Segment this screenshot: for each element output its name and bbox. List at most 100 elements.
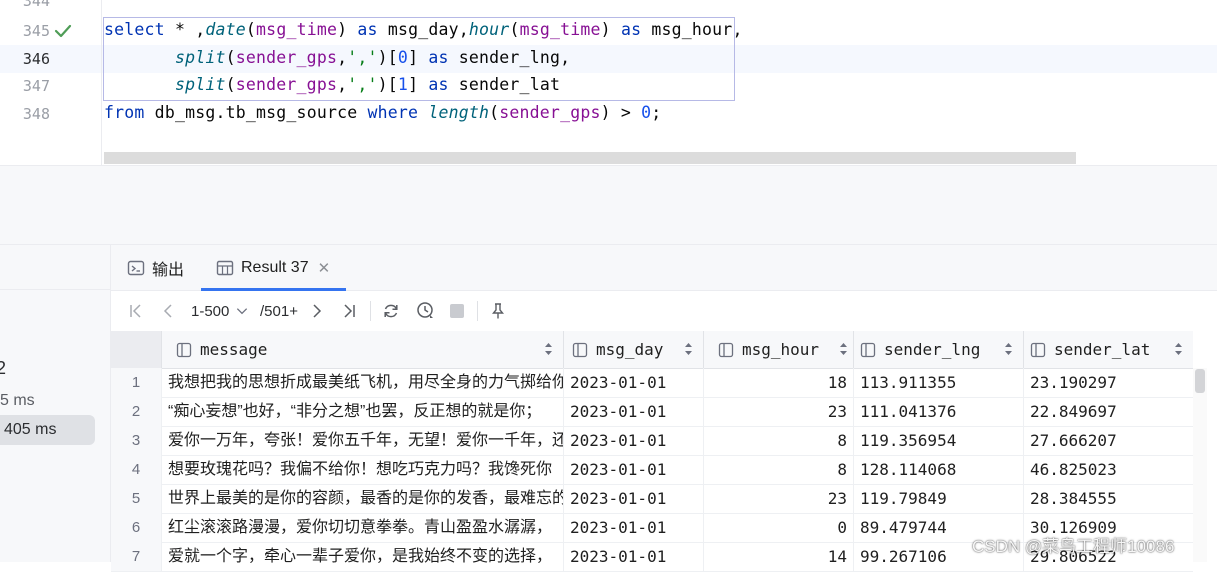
services-panel: 2 5 ms 405 ms (0, 245, 111, 562)
column-header-sender_lat[interactable]: sender_lat (1023, 331, 1193, 368)
refresh-button[interactable] (381, 301, 401, 321)
cell-msg_hour[interactable]: 14 (703, 542, 853, 571)
row-number[interactable]: 7 (111, 542, 161, 571)
cell-message[interactable]: “痴心妄想”也好，“非分之想”也罢，反正想的就是你； (161, 397, 563, 426)
cell-sender_lng[interactable]: 119.356954 (853, 426, 1023, 455)
tab-result-37[interactable]: Result 37 ✕ (216, 245, 330, 290)
cell-msg_day[interactable]: 2023-01-01 (563, 455, 703, 484)
cell-msg_hour[interactable]: 0 (703, 513, 853, 542)
cell-message[interactable]: 爱就一个字，牵心一辈子爱你，是我始终不变的选择， (161, 542, 563, 571)
sort-icon[interactable] (684, 341, 693, 357)
vertical-scrollbar-thumb[interactable] (1195, 369, 1205, 393)
cell-msg_hour[interactable]: 23 (703, 484, 853, 513)
column-header-msg_day[interactable]: msg_day (563, 331, 703, 368)
close-icon[interactable]: ✕ (318, 259, 331, 277)
code-token: msg_time (256, 20, 338, 39)
tab-output[interactable]: 输出 (127, 245, 184, 290)
cell-msg_day[interactable]: 2023-01-01 (563, 426, 703, 455)
cell-sender_lng[interactable]: 119.79849 (853, 484, 1023, 513)
column-name: msg_hour (742, 340, 820, 359)
cell-sender_lng[interactable]: 113.911355 (853, 368, 1023, 397)
cell-sender_lat[interactable]: 28.384555 (1023, 484, 1193, 513)
cell-msg_day[interactable]: 2023-01-01 (563, 542, 703, 571)
row-number[interactable]: 1 (111, 368, 161, 397)
column-header-sender_lng[interactable]: sender_lng (853, 331, 1023, 368)
cell-msg_day[interactable]: 2023-01-01 (563, 368, 703, 397)
selected-execution-item[interactable]: 405 ms (0, 415, 95, 445)
code-line-347[interactable]: split(sender_gps,',')[1] as sender_lat (104, 75, 560, 94)
next-page-button[interactable] (308, 301, 326, 321)
cell-sender_lat[interactable]: 22.849697 (1023, 397, 1193, 426)
stop-button[interactable] (448, 301, 466, 321)
code-token: )[ (377, 75, 398, 94)
sql-editor[interactable]: 344 345 346 347 348 select * ,date(msg_t… (0, 0, 1217, 166)
cell-sender_lat[interactable]: 46.825023 (1023, 455, 1193, 484)
page-size-dropdown[interactable]: 1-500 (191, 301, 253, 321)
sort-icon[interactable] (544, 341, 553, 357)
toolbar-separator (477, 301, 478, 321)
sort-icon[interactable] (1174, 341, 1183, 357)
table-row[interactable]: 5 世界上最美的是你的容颜，最香的是你的发香，最难忘的 2023-01-01 23 11… (111, 484, 1193, 514)
previous-page-button[interactable] (159, 301, 177, 321)
auto-refresh-button[interactable] (415, 301, 437, 321)
first-page-button[interactable] (127, 301, 145, 321)
line-number: 348 (22, 105, 50, 123)
table-row[interactable]: 2 “痴心妄想”也好，“非分之想”也罢，反正想的就是你； 2023-01-01 23 1… (111, 397, 1193, 427)
total-rows-label: /501+ (260, 302, 298, 320)
cell-msg_hour[interactable]: 23 (703, 397, 853, 426)
grid-corner[interactable] (111, 331, 161, 368)
gutter-divider (101, 0, 102, 165)
cell-msg_hour[interactable]: 8 (703, 455, 853, 484)
code-token: sender_lat (448, 75, 561, 94)
result-grid[interactable]: message msg_day msg_hour sender_lng send… (111, 331, 1217, 572)
code-token: , (337, 75, 348, 94)
row-number[interactable]: 4 (111, 455, 161, 484)
row-number[interactable]: 3 (111, 426, 161, 455)
code-token: ; (651, 103, 662, 122)
cell-msg_day[interactable]: 2023-01-01 (563, 397, 703, 426)
cell-msg_hour[interactable]: 18 (703, 368, 853, 397)
cell-message[interactable]: 我想把我的思想折成最美纸飞机，用尽全身的力气掷给你 (161, 368, 563, 397)
column-icon (718, 342, 734, 357)
code-token: , (337, 48, 348, 67)
tab-result-label: Result 37 (241, 258, 309, 276)
code-token: length (428, 103, 490, 122)
cell-msg_day[interactable]: 2023-01-01 (563, 513, 703, 542)
tab-output-label: 输出 (152, 261, 185, 279)
sort-icon[interactable] (1004, 341, 1013, 357)
cell-message[interactable]: 红尘滚滚路漫漫，爱你切切意拳拳。青山盈盈水潺潺， (161, 513, 563, 542)
cell-sender_lat[interactable]: 27.666207 (1023, 426, 1193, 455)
code-line-346[interactable]: split(sender_gps,',')[0] as sender_lng, (104, 48, 570, 67)
table-row[interactable]: 4 想要玫瑰花吗？我偏不给你！想吃巧克力吗？我馋死你 2023-01-01 8 128.… (111, 455, 1193, 485)
sort-icon[interactable] (839, 341, 848, 357)
cell-msg_hour[interactable]: 8 (703, 426, 853, 455)
horizontal-scrollbar[interactable] (104, 152, 1076, 164)
code-token: ] (408, 48, 429, 67)
cell-sender_lng[interactable]: 111.041376 (853, 397, 1023, 426)
cell-sender_lat[interactable]: 23.190297 (1023, 368, 1193, 397)
code-token: ',' (347, 75, 378, 94)
cell-message[interactable]: 想要玫瑰花吗？我偏不给你！想吃巧克力吗？我馋死你 (161, 455, 563, 484)
code-token: hour (468, 20, 510, 39)
table-row[interactable]: 3 爱你一万年，夸张！爱你五千年，无望！爱你一千年，还 2023-01-01 8 119… (111, 426, 1193, 456)
cell-message[interactable]: 爱你一万年，夸张！爱你五千年，无望！爱你一千年，还 (161, 426, 563, 455)
cell-message[interactable]: 世界上最美的是你的容颜，最香的是你的发香，最难忘的 (161, 484, 563, 513)
vertical-scrollbar-track[interactable] (1193, 368, 1207, 562)
row-number[interactable]: 2 (111, 397, 161, 426)
row-number[interactable]: 6 (111, 513, 161, 542)
code-token: ( (489, 103, 500, 122)
cell-sender_lng[interactable]: 128.114068 (853, 455, 1023, 484)
column-header-message[interactable]: message (161, 331, 563, 368)
table-row[interactable]: 1 我想把我的思想折成最美纸飞机，用尽全身的力气掷给你 2023-01-01 18 11… (111, 368, 1193, 398)
pin-tab-button[interactable] (489, 301, 507, 321)
code-line-348[interactable]: from db_msg.tb_msg_source where length(s… (104, 103, 661, 122)
last-page-button[interactable] (340, 301, 358, 321)
column-header-msg_hour[interactable]: msg_hour (703, 331, 853, 368)
cell-msg_day[interactable]: 2023-01-01 (563, 484, 703, 513)
code-line-345[interactable]: select * ,date(msg_time) as msg_day,hour… (104, 20, 743, 39)
row-number[interactable]: 5 (111, 484, 161, 513)
code-token: ( (245, 20, 257, 39)
line-number: 346 (22, 50, 50, 68)
code-token: sender_gps (499, 103, 601, 122)
